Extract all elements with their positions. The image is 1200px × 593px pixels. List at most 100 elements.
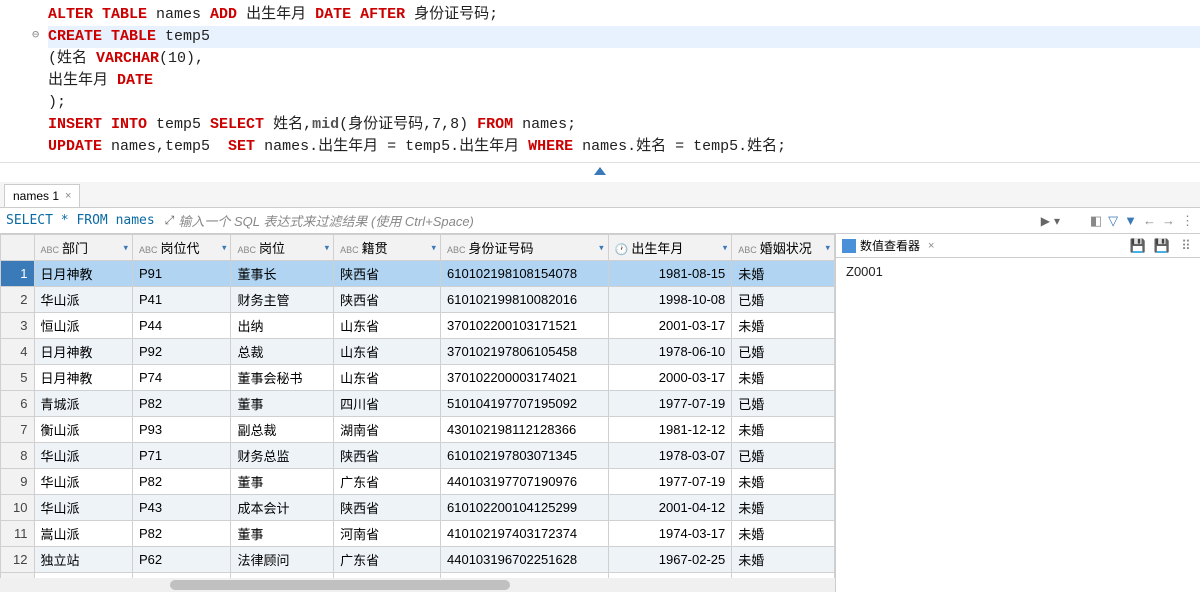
data-cell[interactable]: 董事	[231, 391, 334, 417]
data-cell[interactable]: 湖南省	[334, 417, 441, 443]
data-cell[interactable]: 未婚	[732, 547, 835, 573]
row-number-cell[interactable]: 8	[1, 443, 35, 469]
fold-marker-icon[interactable]: ⊖	[32, 24, 39, 46]
data-cell[interactable]: 山东省	[334, 365, 441, 391]
data-cell[interactable]: 1977-07-19	[608, 391, 732, 417]
data-cell[interactable]: 未婚	[732, 261, 835, 287]
table-row[interactable]: 4日月神教P92总裁山东省3701021978061054581978-06-1…	[1, 339, 835, 365]
column-filter-icon[interactable]: ▾	[825, 242, 830, 253]
data-cell[interactable]: 1967-02-25	[608, 547, 732, 573]
data-cell[interactable]: 未婚	[732, 417, 835, 443]
data-cell[interactable]: 2001-03-17	[608, 313, 732, 339]
data-cell[interactable]: 日月神教	[34, 365, 132, 391]
data-cell[interactable]: 610102199810082016	[441, 287, 609, 313]
data-cell[interactable]: 独立站	[34, 547, 132, 573]
data-cell[interactable]: 已婚	[732, 339, 835, 365]
editor-line[interactable]: 出生年月 DATE	[48, 70, 1200, 92]
data-cell[interactable]: P41	[133, 287, 231, 313]
data-cell[interactable]: 陕西省	[334, 495, 441, 521]
table-row[interactable]: 5日月神教P74董事会秘书山东省3701022000031740212000-0…	[1, 365, 835, 391]
data-cell[interactable]: 副总裁	[231, 417, 334, 443]
data-cell[interactable]: 已婚	[732, 443, 835, 469]
data-cell[interactable]: 衡山派	[34, 417, 132, 443]
data-cell[interactable]: 日月神教	[34, 339, 132, 365]
row-number-cell[interactable]: 6	[1, 391, 35, 417]
row-number-header[interactable]	[1, 235, 35, 261]
data-cell[interactable]: 未婚	[732, 521, 835, 547]
data-cell[interactable]: 1981-12-12	[608, 417, 732, 443]
column-filter-icon[interactable]: ▾	[222, 242, 227, 253]
data-cell[interactable]: P82	[133, 521, 231, 547]
value-viewer-tab[interactable]: 数值查看器	[842, 237, 920, 254]
column-header[interactable]: 出生年月▾	[608, 235, 732, 261]
data-cell[interactable]: 370102197806105458	[441, 339, 609, 365]
row-number-cell[interactable]: 4	[1, 339, 35, 365]
column-filter-icon[interactable]: ▾	[431, 242, 436, 253]
data-cell[interactable]: 广东省	[334, 469, 441, 495]
column-filter-icon[interactable]: ▾	[123, 242, 128, 253]
column-header[interactable]: ABC婚姻状况▾	[732, 235, 835, 261]
row-number-cell[interactable]: 3	[1, 313, 35, 339]
save-green-icon[interactable]: 💾	[1154, 238, 1170, 254]
data-cell[interactable]: 2000-03-17	[608, 365, 732, 391]
filter-icon[interactable]: ▽	[1108, 213, 1118, 229]
data-cell[interactable]: 未婚	[732, 365, 835, 391]
data-cell[interactable]: 出纳	[231, 313, 334, 339]
row-number-cell[interactable]: 5	[1, 365, 35, 391]
play-icon[interactable]: ▶	[1041, 214, 1050, 228]
data-cell[interactable]: 610102200104125299	[441, 495, 609, 521]
row-number-cell[interactable]: 7	[1, 417, 35, 443]
table-row[interactable]: 10华山派P43成本会计陕西省6101022001041252992001-04…	[1, 495, 835, 521]
data-cell[interactable]: 董事	[231, 469, 334, 495]
data-cell[interactable]: 1998-10-08	[608, 287, 732, 313]
data-cell[interactable]: 广东省	[334, 547, 441, 573]
row-number-cell[interactable]: 2	[1, 287, 35, 313]
data-cell[interactable]: 1978-06-10	[608, 339, 732, 365]
column-filter-icon[interactable]: ▾	[599, 242, 604, 253]
editor-line[interactable]: ALTER TABLE names ADD 出生年月 DATE AFTER 身份…	[48, 4, 1200, 26]
result-tab[interactable]: names 1 ×	[4, 184, 80, 207]
nav-left-icon[interactable]: ←	[1143, 213, 1156, 228]
horizontal-scrollbar[interactable]	[0, 578, 835, 592]
editor-line[interactable]: (姓名 VARCHAR(10),	[48, 48, 1200, 70]
editor-line[interactable]: CREATE TABLE temp5	[48, 26, 1200, 48]
close-icon[interactable]: ×	[928, 240, 934, 252]
data-cell[interactable]: 华山派	[34, 495, 132, 521]
options-icon[interactable]: ⠿	[1178, 238, 1194, 254]
data-cell[interactable]: P62	[133, 547, 231, 573]
data-cell[interactable]: 370102200003174021	[441, 365, 609, 391]
data-cell[interactable]: P74	[133, 365, 231, 391]
data-grid[interactable]: ABC部门▾ABC岗位代▾ABC岗位▾ABC籍贯▾ABC身份证号码▾出生年月▾A…	[0, 234, 835, 592]
row-number-cell[interactable]: 9	[1, 469, 35, 495]
column-header[interactable]: ABC岗位代▾	[133, 235, 231, 261]
row-number-cell[interactable]: 10	[1, 495, 35, 521]
data-cell[interactable]: P82	[133, 469, 231, 495]
data-cell[interactable]: P71	[133, 443, 231, 469]
data-cell[interactable]: 陕西省	[334, 261, 441, 287]
table-row[interactable]: 1日月神教P91董事长陕西省6101021981081540781981-08-…	[1, 261, 835, 287]
editor-line[interactable]: UPDATE names,temp5 SET names.出生年月 = temp…	[48, 136, 1200, 158]
data-cell[interactable]: 法律顾问	[231, 547, 334, 573]
data-cell[interactable]: 610102198108154078	[441, 261, 609, 287]
table-row[interactable]: 12独立站P62法律顾问广东省4401031967022516281967-02…	[1, 547, 835, 573]
table-row[interactable]: 11嵩山派P82董事河南省4101021974031723741974-03-1…	[1, 521, 835, 547]
data-cell[interactable]: 财务主管	[231, 287, 334, 313]
row-number-cell[interactable]: 12	[1, 547, 35, 573]
column-header[interactable]: ABC身份证号码▾	[441, 235, 609, 261]
data-cell[interactable]: 已婚	[732, 287, 835, 313]
data-cell[interactable]: P93	[133, 417, 231, 443]
expand-icon[interactable]: ⤢	[161, 213, 179, 228]
data-cell[interactable]: 1981-08-15	[608, 261, 732, 287]
table-row[interactable]: 3恒山派P44出纳山东省3701022001031715212001-03-17…	[1, 313, 835, 339]
column-header[interactable]: ABC籍贯▾	[334, 235, 441, 261]
table-row[interactable]: 9华山派P82董事广东省4401031977071909761977-07-19…	[1, 469, 835, 495]
data-cell[interactable]: 2001-04-12	[608, 495, 732, 521]
data-cell[interactable]: 四川省	[334, 391, 441, 417]
column-filter-icon[interactable]: ▾	[723, 242, 728, 253]
data-cell[interactable]: 河南省	[334, 521, 441, 547]
data-cell[interactable]: 440103197707190976	[441, 469, 609, 495]
sql-editor[interactable]: ⊖ ALTER TABLE names ADD 出生年月 DATE AFTER …	[0, 0, 1200, 162]
menu-icon[interactable]: ⋮	[1181, 213, 1194, 229]
data-cell[interactable]: 440103196702251628	[441, 547, 609, 573]
data-cell[interactable]: 陕西省	[334, 287, 441, 313]
